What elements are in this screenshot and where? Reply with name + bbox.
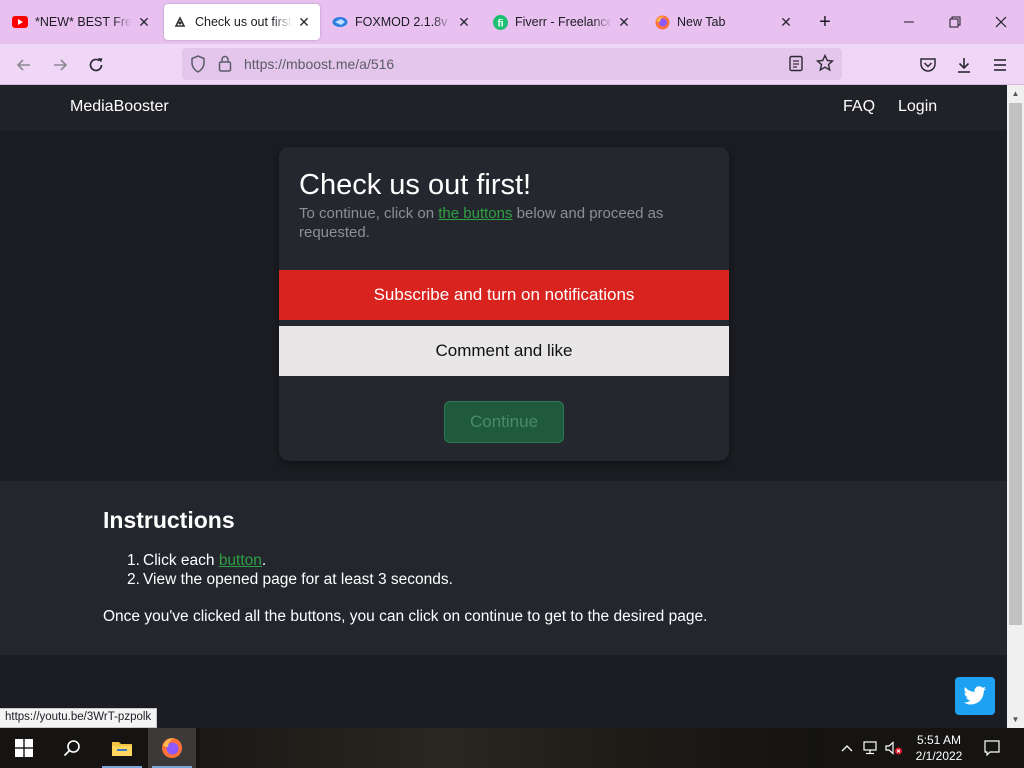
twitter-share-button[interactable]: [955, 677, 995, 715]
twitter-icon: [963, 686, 987, 705]
site-navbar: MediaBooster FAQ Login: [0, 85, 1007, 131]
instructions-section: Instructions 1. Click each button. 2. View…: [0, 481, 1007, 655]
svg-text:fi: fi: [497, 18, 503, 29]
step-text: Click each: [143, 552, 219, 569]
windows-icon: [15, 739, 33, 757]
downloads-icon[interactable]: [950, 51, 978, 79]
tab-title: FOXMOD 2.1.8v: [355, 15, 448, 29]
status-link-preview: https://youtu.be/3WrT-pzpolk: [0, 708, 158, 728]
tab-new-tab[interactable]: New Tab ✕: [646, 4, 802, 40]
fiverr-icon: fi: [492, 14, 508, 30]
scroll-down-arrow-icon[interactable]: ▼: [1007, 711, 1024, 728]
foxmod-icon: [332, 14, 348, 30]
start-button[interactable]: [0, 728, 48, 768]
file-explorer-button[interactable]: [98, 728, 146, 768]
pocket-icon[interactable]: [914, 51, 942, 79]
tab-title: *NEW* BEST Free Ro: [35, 15, 132, 29]
clock-time: 5:51 AM: [916, 733, 962, 747]
card-title: Check us out first!: [299, 169, 532, 201]
windows-taskbar: 5:51 AM 2/1/2022: [0, 728, 1024, 768]
system-clock[interactable]: 5:51 AM 2/1/2022: [906, 732, 972, 764]
tab-title: Check us out first! | M: [195, 15, 292, 29]
volume-muted-icon[interactable]: [884, 728, 904, 768]
firefox-icon: [162, 738, 182, 758]
tab-youtube[interactable]: *NEW* BEST Free Ro ✕: [4, 4, 160, 40]
step-number: 1.: [127, 552, 140, 569]
folder-icon: [112, 742, 132, 756]
subscribe-button[interactable]: Subscribe and turn on notifications: [279, 270, 729, 320]
instruction-step: 2. View the opened page for at least 3 se…: [127, 570, 453, 589]
tab-fiverr[interactable]: fi Fiverr - Freelance Se ✕: [484, 4, 640, 40]
site-brand[interactable]: MediaBooster: [70, 98, 169, 116]
url-text[interactable]: https://mboost.me/a/516: [244, 56, 394, 72]
notification-center-icon[interactable]: [980, 728, 1004, 768]
unlock-card: Check us out first! To continue, click o…: [279, 147, 729, 461]
step-number: 2.: [127, 571, 140, 588]
instructions-note: Once you've clicked all the buttons, you…: [103, 608, 708, 625]
search-button[interactable]: [48, 728, 96, 768]
clock-date: 2/1/2022: [915, 749, 963, 763]
tab-title: New Tab: [677, 15, 726, 29]
step-text: View the opened page for at least 3 seco…: [143, 571, 453, 588]
close-tab-icon[interactable]: ✕: [136, 14, 152, 30]
continue-button[interactable]: Continue: [444, 401, 564, 443]
forward-button[interactable]: [46, 51, 74, 79]
instructions-heading: Instructions: [103, 507, 235, 533]
close-window-button[interactable]: [978, 0, 1024, 44]
search-icon: [63, 740, 80, 757]
tab-title: Fiverr - Freelance Se: [515, 15, 612, 29]
the-buttons-link[interactable]: the buttons: [438, 205, 512, 222]
reload-button[interactable]: [82, 51, 110, 79]
lock-icon[interactable]: [218, 55, 232, 77]
bookmark-star-icon[interactable]: [815, 53, 835, 77]
address-bar[interactable]: https://mboost.me/a/516: [182, 48, 842, 80]
instruction-step: 1. Click each button.: [127, 551, 453, 570]
firefox-icon: [654, 14, 670, 30]
youtube-icon: [12, 14, 28, 30]
firefox-taskbar-button[interactable]: [148, 728, 196, 768]
page-scrollbar[interactable]: ▲ ▼: [1007, 85, 1024, 728]
web-page: MediaBooster FAQ Login Check us out firs…: [0, 85, 1007, 728]
navigation-toolbar: https://mboost.me/a/516: [0, 44, 1024, 85]
scroll-up-arrow-icon[interactable]: ▲: [1007, 85, 1024, 102]
back-button[interactable]: [10, 51, 38, 79]
tab-bar: *NEW* BEST Free Ro ✕ Check us out first!…: [0, 0, 1024, 44]
button-link[interactable]: button: [219, 552, 262, 569]
restore-button[interactable]: [932, 0, 978, 44]
menu-icon[interactable]: [986, 51, 1014, 79]
close-tab-icon[interactable]: ✕: [296, 14, 312, 30]
show-hidden-icons-chevron-icon[interactable]: [838, 728, 856, 768]
reader-view-icon[interactable]: [788, 55, 804, 77]
minimize-button[interactable]: [886, 0, 932, 44]
close-tab-icon[interactable]: ✕: [616, 14, 632, 30]
login-link[interactable]: Login: [898, 98, 937, 116]
card-description: To continue, click on the buttons below …: [299, 204, 709, 242]
tab-foxmod[interactable]: FOXMOD 2.1.8v ✕: [324, 4, 480, 40]
network-icon[interactable]: [862, 728, 880, 768]
close-tab-icon[interactable]: ✕: [778, 14, 794, 30]
close-tab-icon[interactable]: ✕: [456, 14, 472, 30]
scroll-thumb[interactable]: [1009, 103, 1022, 625]
tab-mboost[interactable]: Check us out first! | M ✕: [164, 4, 320, 40]
step-text: .: [261, 552, 267, 569]
mboost-icon: [172, 14, 188, 30]
tracking-shield-icon[interactable]: [190, 55, 206, 78]
instructions-list: 1. Click each button. 2. View the opened p…: [127, 551, 453, 589]
card-text-before: To continue, click on: [299, 205, 439, 222]
new-tab-button[interactable]: +: [812, 10, 838, 34]
comment-like-button[interactable]: Comment and like: [279, 326, 729, 376]
faq-link[interactable]: FAQ: [843, 98, 875, 116]
